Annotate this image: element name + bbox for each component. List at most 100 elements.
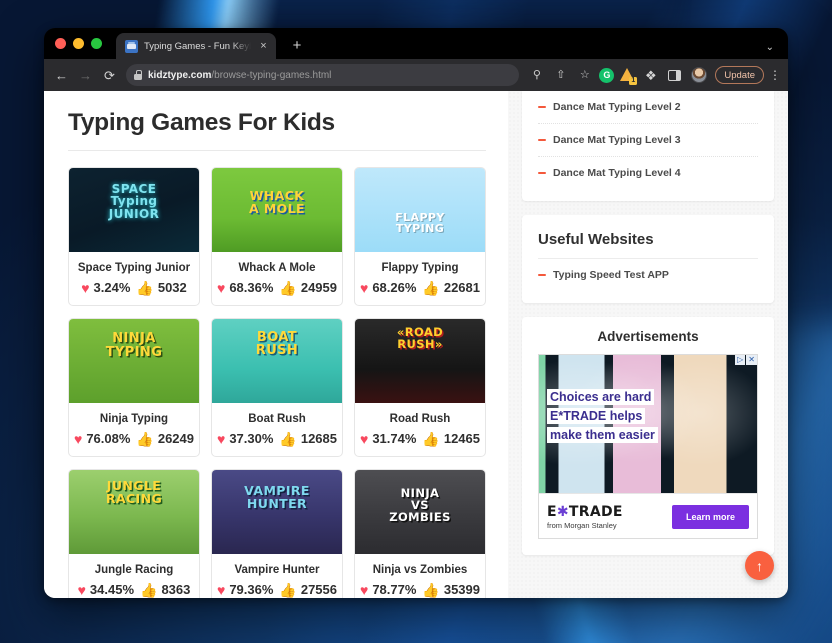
game-card[interactable]: NINJA TYPING Ninja Typing ♥ 76.08% 👍 26249: [68, 318, 200, 457]
dance-mat-link[interactable]: Dance Mat Typing Level 2: [538, 91, 758, 123]
likes-value: 35399: [443, 582, 480, 597]
grammarly-extension-icon[interactable]: G: [599, 67, 615, 83]
scroll-to-top-button[interactable]: ↑: [745, 551, 774, 580]
ad-image: ▷ ✕ Choices are hard E*TRADE helps make th…: [539, 355, 757, 493]
tab-list-chevron-down-icon[interactable]: ⌄: [766, 43, 774, 53]
game-thumbnail-label: NINJA TYPING: [105, 331, 163, 360]
game-stats: ♥ 31.74% 👍 12465: [355, 431, 485, 456]
likes-value: 12685: [300, 431, 337, 446]
game-card[interactable]: WHACK A MOLE Whack A Mole ♥ 68.36% 👍 24959: [211, 167, 343, 306]
thumbs-up-icon: 👍: [422, 581, 440, 598]
heart-icon: ♥: [77, 581, 86, 598]
maximize-window-button[interactable]: [91, 38, 102, 49]
likes-stat: 👍 12465: [422, 431, 480, 446]
heart-icon: ♥: [360, 279, 369, 296]
back-button[interactable]: ←: [51, 65, 72, 86]
reload-button[interactable]: ⟳: [99, 65, 120, 86]
dance-mat-link[interactable]: Dance Mat Typing Level 3: [538, 123, 758, 156]
game-thumbnail[interactable]: SPACE Typing JUNIOR: [69, 168, 199, 252]
profile-avatar-icon[interactable]: [689, 66, 708, 85]
game-title: Vampire Hunter: [234, 564, 320, 576]
game-thumbnail-label: BOAT RUSH: [255, 329, 299, 358]
thumbs-up-icon: 👍: [136, 430, 154, 447]
dance-mat-link[interactable]: Dance Mat Typing Level 4: [538, 156, 758, 189]
useful-website-link[interactable]: Typing Speed Test APP: [538, 259, 758, 291]
ad-footer: E✱TRADE from Morgan Stanley Learn more: [539, 493, 757, 538]
ad-learn-more-button[interactable]: Learn more: [671, 505, 749, 529]
game-thumbnail-label: WHACK A MOLE: [249, 187, 305, 216]
tab-title: Typing Games - Fun Keyboardi: [144, 40, 251, 52]
game-thumbnail[interactable]: «ROAD RUSH»: [355, 319, 485, 403]
game-title: Boat Rush: [248, 413, 306, 425]
rating-stat: ♥ 78.77%: [360, 582, 416, 597]
game-thumbnail[interactable]: WHACK A MOLE: [212, 168, 342, 252]
url-text: kidztype.com/browse-typing-games.html: [148, 70, 331, 81]
thumbs-up-icon: 👍: [422, 279, 440, 296]
url-path: /browse-typing-games.html: [211, 69, 332, 81]
game-card[interactable]: «ROAD RUSH» Road Rush ♥ 31.74% 👍 12465: [354, 318, 486, 457]
rating-stat: ♥ 37.30%: [217, 431, 273, 446]
close-window-button[interactable]: [55, 38, 66, 49]
thumbs-up-icon: 👍: [136, 279, 154, 296]
game-card[interactable]: SPACE Typing JUNIOR Space Typing Junior ♥ 3…: [68, 167, 200, 306]
update-button[interactable]: Update: [715, 66, 764, 84]
main-content-column: Typing Games For Kids SPACE Typing JUNIO…: [44, 91, 508, 598]
ad-headline-line: make them easier: [547, 427, 658, 443]
url-host: kidztype.com: [148, 69, 212, 81]
rating-stat: ♥ 68.26%: [360, 280, 416, 295]
rating-value: 31.74%: [372, 431, 417, 446]
game-card[interactable]: VAMPIRE HUNTER Vampire Hunter ♥ 79.36% 👍 2755…: [211, 469, 343, 598]
heart-icon: ♥: [81, 279, 90, 296]
game-title: Space Typing Junior: [77, 262, 191, 274]
game-thumbnail-label: FLAPPY TYPING: [395, 210, 445, 235]
game-thumbnail[interactable]: NINJA TYPING: [69, 319, 199, 403]
side-panel-icon[interactable]: [665, 66, 684, 85]
warning-extension-icon[interactable]: 1: [619, 67, 638, 85]
game-card[interactable]: FLAPPY TYPING Flappy Typing ♥ 68.26% 👍 22681: [354, 167, 486, 306]
warning-badge-count: 1: [629, 76, 638, 85]
sidebar-column: Dance Mat Typing Level 2 Dance Mat Typing…: [508, 91, 788, 598]
bookmark-star-icon[interactable]: ☆: [575, 66, 594, 85]
game-card[interactable]: BOAT RUSH Boat Rush ♥ 37.30% 👍 12685: [211, 318, 343, 457]
minimize-window-button[interactable]: [73, 38, 84, 49]
rating-value: 68.36%: [229, 280, 274, 295]
useful-website-link-label: Typing Speed Test APP: [553, 269, 669, 281]
game-stats: ♥ 68.36% 👍 24959: [212, 280, 342, 305]
game-stats: ♥ 34.45% 👍 8363: [69, 582, 199, 598]
dash-bullet-icon: [538, 105, 546, 109]
rating-value: 68.26%: [372, 280, 417, 295]
dance-mat-link-label: Dance Mat Typing Level 2: [553, 101, 681, 113]
search-icon[interactable]: ⚲: [527, 66, 546, 85]
rating-value: 79.36%: [229, 582, 274, 597]
game-thumbnail[interactable]: BOAT RUSH: [212, 319, 342, 403]
game-title: Flappy Typing: [381, 262, 459, 274]
title-divider: [68, 150, 486, 151]
heart-icon: ♥: [217, 581, 226, 598]
forward-button[interactable]: →: [75, 65, 96, 86]
game-thumbnail[interactable]: NINJA VS ZOMBIES: [355, 470, 485, 554]
dash-bullet-icon: [538, 138, 546, 142]
rating-stat: ♥ 79.36%: [217, 582, 273, 597]
likes-stat: 👍 35399: [422, 582, 480, 597]
game-thumbnail[interactable]: VAMPIRE HUNTER: [212, 470, 342, 554]
ad-choices-icons[interactable]: ▷ ✕: [735, 355, 757, 365]
likes-value: 8363: [161, 582, 191, 597]
extensions-puzzle-icon[interactable]: ❖: [641, 66, 660, 85]
game-card[interactable]: NINJA VS ZOMBIES Ninja vs Zombies ♥ 78.77% 👍…: [354, 469, 486, 598]
thumbs-up-icon: 👍: [279, 279, 297, 296]
game-stats: ♥ 78.77% 👍 35399: [355, 582, 485, 598]
advertisement-panel: Advertisements ▷ ✕ Choices are hard E*TRA…: [522, 317, 774, 555]
browser-tab-active[interactable]: Typing Games - Fun Keyboardi ×: [116, 33, 276, 59]
address-bar[interactable]: kidztype.com/browse-typing-games.html: [126, 64, 520, 86]
game-card[interactable]: JUNGLE RACING Jungle Racing ♥ 34.45% 👍 8363: [68, 469, 200, 598]
adchoices-triangle-icon[interactable]: ▷: [735, 355, 746, 365]
game-thumbnail[interactable]: FLAPPY TYPING: [355, 168, 485, 252]
share-icon[interactable]: ⇧: [551, 66, 570, 85]
new-tab-button[interactable]: +: [288, 38, 306, 53]
close-tab-icon[interactable]: ×: [257, 40, 270, 52]
ad-close-icon[interactable]: ✕: [746, 355, 757, 365]
browser-menu-button[interactable]: ⋮: [769, 69, 781, 81]
game-thumbnail[interactable]: JUNGLE RACING: [69, 470, 199, 554]
thumbs-up-icon: 👍: [422, 430, 440, 447]
ad-creative[interactable]: ▷ ✕ Choices are hard E*TRADE helps make th…: [538, 354, 758, 539]
